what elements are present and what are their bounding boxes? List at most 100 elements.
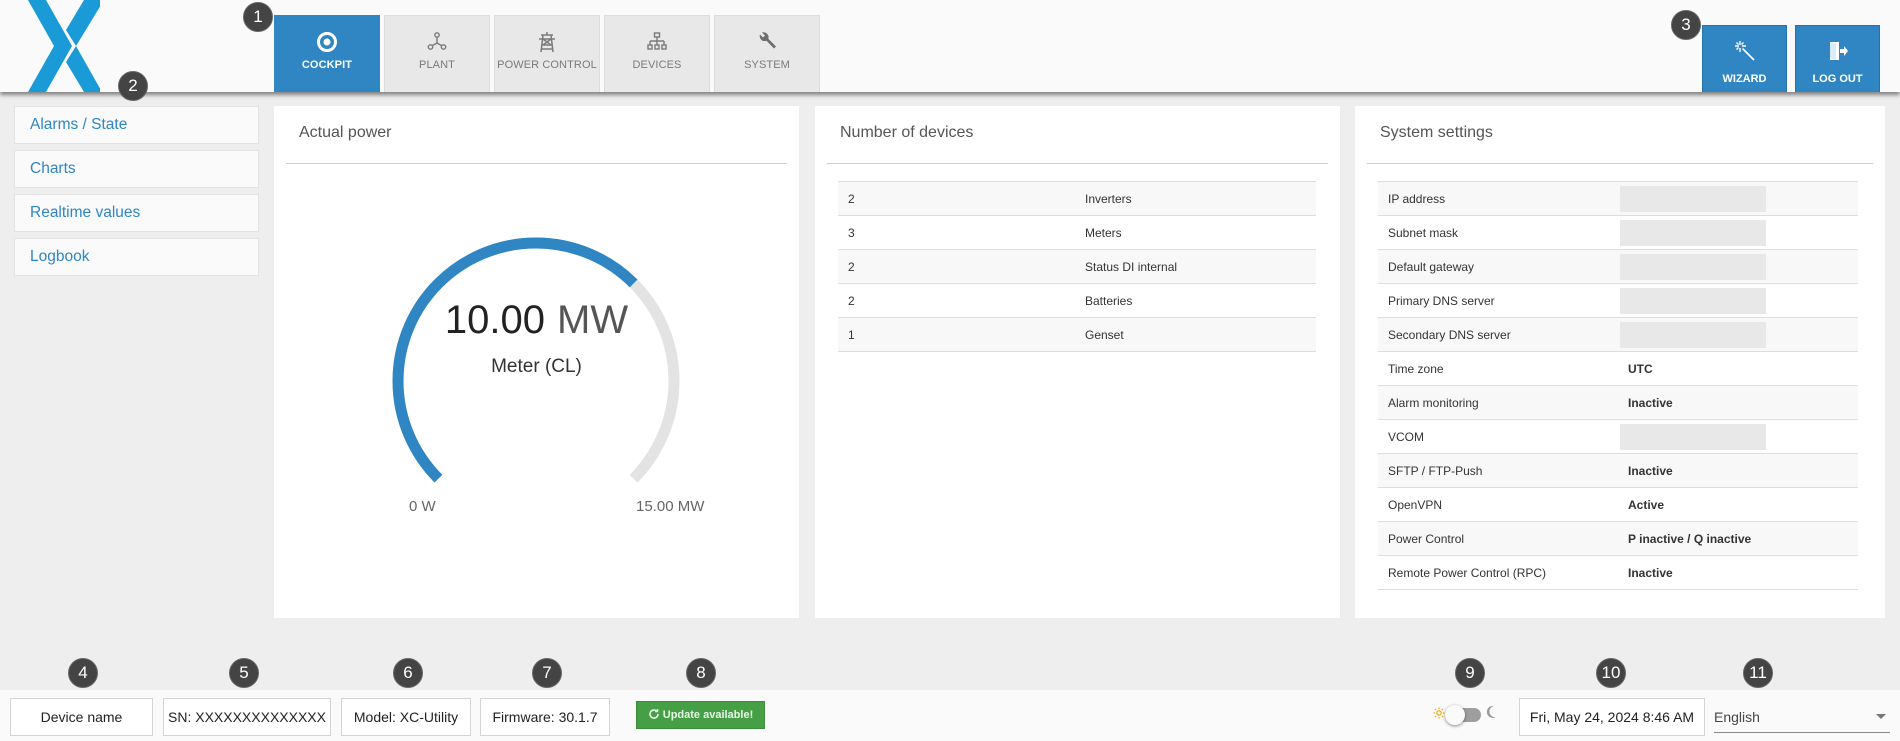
tab-cockpit[interactable]: COCKPIT xyxy=(274,15,380,92)
setting-key: IP address xyxy=(1378,181,1618,216)
wrench-icon xyxy=(756,31,778,53)
language-select[interactable]: English xyxy=(1714,701,1890,733)
sidebar-item-alarms-state[interactable]: Alarms / State xyxy=(14,106,259,144)
table-row: Secondary DNS server xyxy=(1378,317,1858,352)
language-value: English xyxy=(1714,708,1760,725)
gauge-value-readout: 10.00 MW xyxy=(274,298,799,343)
update-label: Update available! xyxy=(662,709,754,721)
table-row: 2 Status DI internal xyxy=(838,249,1316,284)
divider xyxy=(286,163,787,164)
target-icon xyxy=(316,31,338,53)
tab-label: PLANT xyxy=(419,59,455,71)
system-settings-table: IP address Subnet mask Default gateway Prim… xyxy=(1378,181,1858,590)
model-info: Model: XC-Utility xyxy=(341,698,471,736)
callout-badge: 9 xyxy=(1455,658,1485,688)
tab-power-control[interactable]: POWER CONTROL xyxy=(494,15,600,92)
devices-table: 2 Inverters 3 Meters 2 Status DI internal 2… xyxy=(838,181,1316,352)
tab-devices[interactable]: DEVICES xyxy=(604,15,710,92)
gauge-max-label: 15.00 MW xyxy=(636,498,705,515)
datetime-display: Fri, May 24, 2024 8:46 AM xyxy=(1519,698,1705,736)
table-row: SFTP / FTP-Push Inactive xyxy=(1378,453,1858,488)
table-row: Subnet mask xyxy=(1378,215,1858,250)
gauge-source-label: Meter (CL) xyxy=(491,356,582,377)
table-row: Remote Power Control (RPC) Inactive xyxy=(1378,555,1858,590)
setting-value-redacted xyxy=(1618,317,1858,352)
callout-badge: 5 xyxy=(229,658,259,688)
redacted-value xyxy=(1620,185,1766,212)
tab-plant[interactable]: PLANT xyxy=(384,15,490,92)
redacted-value xyxy=(1620,219,1766,246)
theme-switch[interactable] xyxy=(1445,704,1481,725)
chevron-down-icon xyxy=(1876,714,1886,719)
status-footer: Device name SN: XXXXXXXXXXXXXX Model: XC… xyxy=(0,690,1900,741)
power-pylon-icon xyxy=(536,31,558,53)
top-header: COCKPIT PLANT POWER CONTROL DEVICES SYST… xyxy=(0,0,1900,92)
logout-button[interactable]: LOG OUT xyxy=(1795,25,1880,92)
setting-value: Active xyxy=(1618,487,1858,522)
setting-key: Remote Power Control (RPC) xyxy=(1378,555,1618,590)
setting-value-redacted xyxy=(1618,181,1858,216)
panel-title: System settings xyxy=(1380,124,1493,141)
setting-key: OpenVPN xyxy=(1378,487,1618,522)
setting-value-redacted xyxy=(1618,419,1858,454)
panel-title: Number of devices xyxy=(840,124,974,141)
tab-system[interactable]: SYSTEM xyxy=(714,15,820,92)
device-count: 3 xyxy=(838,215,1075,250)
theme-toggle xyxy=(1433,704,1497,725)
brand-logo[interactable] xyxy=(10,0,100,92)
setting-value-redacted xyxy=(1618,283,1858,318)
setting-key: Primary DNS server xyxy=(1378,283,1618,318)
redacted-value xyxy=(1620,423,1766,450)
table-row: 3 Meters xyxy=(838,215,1316,250)
sitemap-icon xyxy=(646,31,668,53)
redacted-value xyxy=(1620,321,1766,348)
theme-switch-knob[interactable] xyxy=(1445,704,1465,725)
gauge-value: 10.00 xyxy=(444,298,546,342)
serial-number: SN: XXXXXXXXXXXXXX xyxy=(163,698,331,736)
callout-badge: 2 xyxy=(118,71,148,101)
setting-value: Inactive xyxy=(1618,385,1858,420)
setting-key: SFTP / FTP-Push xyxy=(1378,453,1618,488)
update-available-button[interactable]: Update available! xyxy=(636,701,765,729)
tab-label: DEVICES xyxy=(632,59,682,71)
cockpit-sidebar: Alarms / State Charts Realtime values Lo… xyxy=(14,106,259,282)
network-icon xyxy=(426,31,448,53)
header-actions: WIZARD LOG OUT xyxy=(1702,25,1880,92)
actual-power-panel: Actual power 10.00 MW Meter (CL) 0 W 15.0… xyxy=(274,106,799,618)
device-type: Inverters xyxy=(1075,181,1316,216)
table-row: 2 Batteries xyxy=(838,283,1316,318)
gauge-unit: MW xyxy=(557,298,629,342)
sidebar-item-logbook[interactable]: Logbook xyxy=(14,238,259,276)
setting-value: UTC xyxy=(1618,351,1858,386)
device-count: 2 xyxy=(838,283,1075,318)
callout-badge: 7 xyxy=(532,658,562,688)
panel-title: Actual power xyxy=(299,124,392,141)
table-row: VCOM xyxy=(1378,419,1858,454)
sidebar-item-realtime-values[interactable]: Realtime values xyxy=(14,194,259,232)
logout-icon xyxy=(1827,40,1849,67)
system-settings-panel: System settings IP address Subnet mask Def… xyxy=(1355,106,1885,618)
setting-key: Default gateway xyxy=(1378,249,1618,284)
callout-badge: 1 xyxy=(243,2,273,32)
table-row: Primary DNS server xyxy=(1378,283,1858,318)
tab-label: SYSTEM xyxy=(744,59,790,71)
wizard-button[interactable]: WIZARD xyxy=(1702,25,1787,92)
moon-icon xyxy=(1485,705,1497,724)
wizard-label: WIZARD xyxy=(1722,73,1767,85)
setting-key: Power Control xyxy=(1378,521,1618,556)
sidebar-item-charts[interactable]: Charts xyxy=(14,150,259,188)
setting-value: P inactive / Q inactive xyxy=(1618,521,1858,556)
setting-value: Inactive xyxy=(1618,555,1858,590)
gauge-min-label: 0 W xyxy=(409,498,436,515)
divider xyxy=(827,163,1328,164)
setting-value: Inactive xyxy=(1618,453,1858,488)
main-nav: COCKPIT PLANT POWER CONTROL DEVICES SYST… xyxy=(274,15,820,92)
device-type: Status DI internal xyxy=(1075,249,1316,284)
table-row: IP address xyxy=(1378,181,1858,216)
redacted-value xyxy=(1620,287,1766,314)
callout-badge: 11 xyxy=(1743,658,1773,688)
table-row: OpenVPN Active xyxy=(1378,487,1858,522)
device-count: 2 xyxy=(838,181,1075,216)
callout-badge: 3 xyxy=(1671,10,1701,40)
callout-badge: 6 xyxy=(393,658,423,688)
